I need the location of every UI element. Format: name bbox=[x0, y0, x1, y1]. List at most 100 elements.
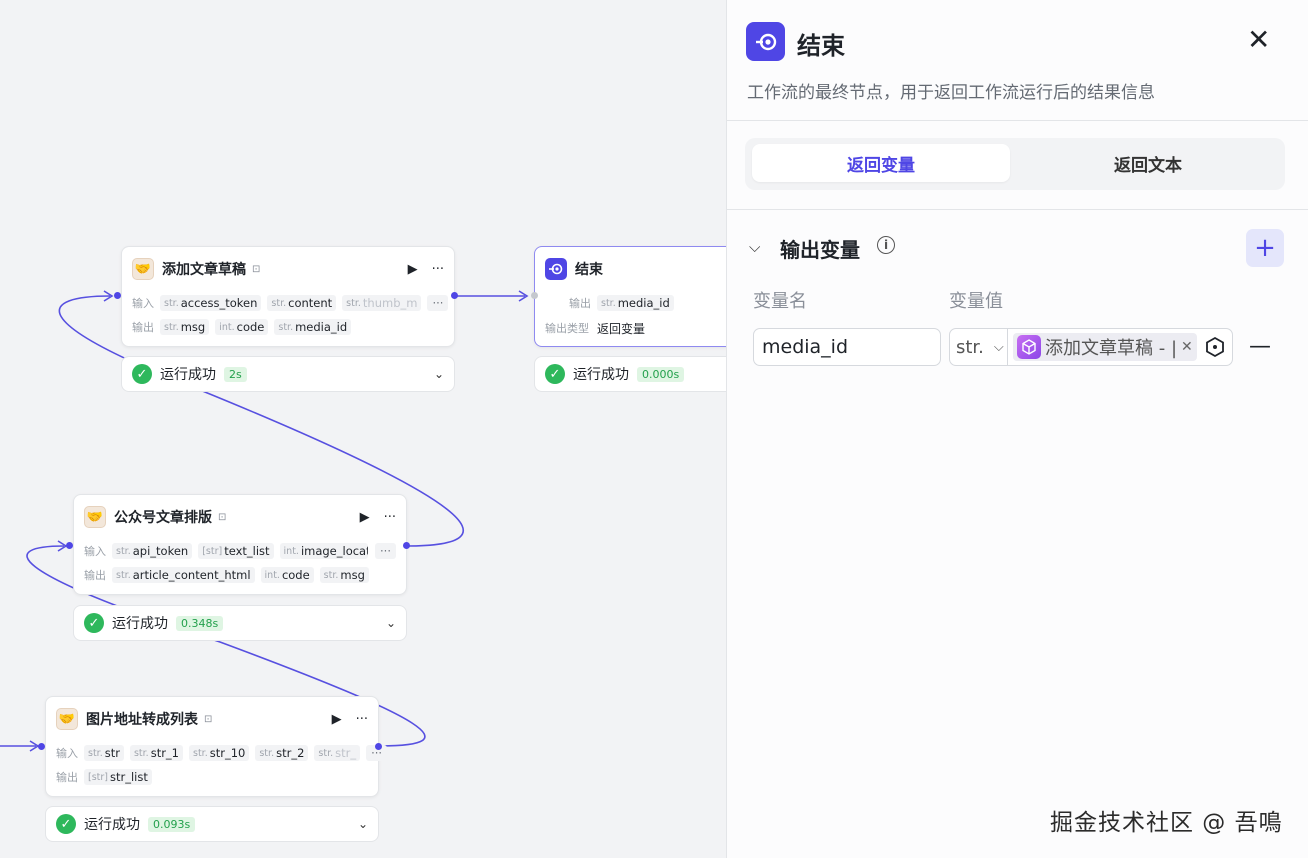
input-label: 输入 bbox=[84, 545, 106, 558]
node-output-port[interactable] bbox=[375, 743, 382, 750]
param-tag: str. msg bbox=[160, 319, 210, 335]
output-row: 输出 str. media_id bbox=[569, 294, 726, 312]
end-node-icon bbox=[746, 22, 785, 61]
chevron-down-icon[interactable]: ⌄ bbox=[358, 817, 368, 831]
more-icon[interactable]: ··· bbox=[432, 262, 444, 277]
run-status-bar[interactable]: ✓ 运行成功 0.348s ⌄ bbox=[73, 605, 407, 641]
variable-value-field[interactable]: str. ⌵ 添加文章草稿 - | ✕ bbox=[949, 328, 1233, 366]
output-type-value: 返回变量 bbox=[597, 321, 646, 336]
handshake-icon: 🤝 bbox=[84, 506, 106, 528]
run-status-bar[interactable]: ✓ 运行成功 0.093s ⌄ bbox=[45, 806, 379, 842]
run-icon[interactable]: ▶ bbox=[408, 262, 418, 277]
run-time-badge: 0.348s bbox=[176, 615, 224, 631]
output-label: 输出 bbox=[132, 321, 154, 334]
chevron-down-icon[interactable]: ⌄ bbox=[386, 616, 396, 630]
node-input-port[interactable] bbox=[66, 542, 73, 549]
chevron-down-icon[interactable]: ⌵ bbox=[749, 238, 760, 256]
status-text: 运行成功 bbox=[84, 817, 140, 833]
chevron-down-icon: ⌵ bbox=[993, 339, 1004, 355]
node-input-port[interactable] bbox=[38, 743, 45, 750]
status-text: 运行成功 bbox=[573, 367, 629, 383]
output-row: 输出 str. msg int. code str. media_id bbox=[132, 318, 444, 336]
add-variable-button[interactable]: + bbox=[1246, 229, 1284, 267]
success-check-icon: ✓ bbox=[56, 814, 76, 834]
param-tag: int. code bbox=[260, 567, 314, 583]
node-input-port[interactable] bbox=[114, 292, 121, 299]
chevron-down-icon[interactable]: ⌄ bbox=[434, 367, 444, 381]
node-article-layout[interactable]: 🤝 公众号文章排版 ⊡ ▶ ··· 输入 str. api_token [str]… bbox=[73, 494, 407, 595]
node-header: 结束 bbox=[545, 257, 726, 281]
run-status-bar[interactable]: ✓ 运行成功 0.000s bbox=[534, 356, 726, 392]
output-type-row: 输出类型 返回变量 bbox=[545, 319, 726, 337]
more-icon[interactable]: ··· bbox=[384, 510, 396, 525]
more-params-button[interactable]: ··· bbox=[375, 543, 396, 559]
param-tag: int. code bbox=[215, 319, 269, 335]
run-status-bar[interactable]: ✓ 运行成功 2s ⌄ bbox=[121, 356, 455, 392]
param-tag: [str] str_list bbox=[84, 769, 152, 785]
input-row: 输入 str. api_token [str] text_list int. imag… bbox=[84, 542, 396, 560]
workflow-canvas[interactable]: 🤝 添加文章草稿 ⊡ ▶ ··· 输入 str. access_token str… bbox=[0, 0, 726, 858]
param-tag: str. thumb_m bbox=[342, 295, 422, 311]
param-tag: [str] text_list bbox=[198, 543, 274, 559]
output-label: 输出 bbox=[56, 771, 78, 784]
reference-tag[interactable]: 添加文章草稿 - | ✕ bbox=[1013, 333, 1197, 361]
node-header: 🤝 公众号文章排版 ⊡ ▶ ··· bbox=[84, 505, 396, 529]
output-label: 输出 bbox=[84, 569, 106, 582]
input-label: 输入 bbox=[132, 297, 154, 310]
reference-label: 添加文章草稿 - | bbox=[1045, 338, 1178, 359]
variable-name-input[interactable]: media_id bbox=[753, 328, 941, 366]
node-header: 🤝 图片地址转成列表 ⊡ ▶ ··· bbox=[56, 707, 368, 731]
run-icon[interactable]: ▶ bbox=[360, 510, 370, 525]
success-check-icon: ✓ bbox=[132, 364, 152, 384]
param-tag: str. access_token bbox=[160, 295, 262, 311]
node-end[interactable]: 结束 输出 str. media_id 输出类型 返回变量 bbox=[534, 246, 726, 347]
more-icon[interactable]: ··· bbox=[356, 712, 368, 727]
node-input-port[interactable] bbox=[531, 292, 538, 299]
run-icon[interactable]: ▶ bbox=[332, 712, 342, 727]
handshake-icon: 🤝 bbox=[132, 258, 154, 280]
param-tag: str. media_id bbox=[274, 319, 352, 335]
output-row: 输出 [str] str_list bbox=[56, 768, 368, 786]
more-params-button[interactable]: ··· bbox=[427, 295, 449, 311]
plugin-badge-icon: ⊡ bbox=[204, 713, 213, 725]
tab-return-variable[interactable]: 返回变量 bbox=[752, 144, 1010, 182]
param-tag: str. str_10 bbox=[189, 745, 250, 761]
remove-tag-icon[interactable]: ✕ bbox=[1181, 339, 1193, 355]
run-time-badge: 0.093s bbox=[148, 816, 196, 832]
plugin-badge-icon: ⊡ bbox=[218, 511, 227, 523]
type-value: str. bbox=[956, 336, 984, 358]
param-tag: str. msg bbox=[319, 567, 369, 583]
status-text: 运行成功 bbox=[160, 367, 216, 383]
tab-bar: 返回变量 返回文本 bbox=[745, 138, 1285, 190]
node-title: 添加文章草稿 bbox=[162, 262, 246, 278]
cube-icon bbox=[1017, 335, 1041, 359]
node-image-url-list[interactable]: 🤝 图片地址转成列表 ⊡ ▶ ··· 输入 str. str str. str_1 … bbox=[45, 696, 388, 797]
param-tag: int. image_locat bbox=[279, 543, 368, 559]
watermark: 掘金技术社区 @ 吾鳴 bbox=[1050, 810, 1283, 836]
output-row: 输出 str. article_content_html int. code str… bbox=[84, 566, 396, 584]
status-text: 运行成功 bbox=[112, 616, 168, 632]
node-add-draft[interactable]: 🤝 添加文章草稿 ⊡ ▶ ··· 输入 str. access_token str… bbox=[121, 246, 455, 347]
column-header-name: 变量名 bbox=[753, 291, 807, 312]
end-node-icon bbox=[545, 258, 567, 280]
info-icon[interactable]: i bbox=[877, 236, 895, 254]
plugin-badge-icon: ⊡ bbox=[252, 263, 261, 275]
param-tag: str. article_content_html bbox=[112, 567, 255, 583]
node-output-port[interactable] bbox=[451, 292, 458, 299]
section-title: 输出变量 bbox=[780, 238, 860, 262]
remove-variable-button[interactable]: — bbox=[1249, 334, 1271, 359]
panel-title: 结束 bbox=[797, 32, 845, 60]
param-tag: str. api_token bbox=[112, 543, 193, 559]
tab-return-text[interactable]: 返回文本 bbox=[1017, 144, 1279, 182]
column-header-value: 变量值 bbox=[949, 291, 1003, 312]
divider bbox=[727, 120, 1308, 121]
node-output-port[interactable] bbox=[403, 542, 410, 549]
divider bbox=[727, 209, 1308, 210]
variable-picker-icon[interactable] bbox=[1204, 336, 1226, 358]
close-icon[interactable]: ✕ bbox=[1247, 26, 1270, 54]
param-tag: str. str_ bbox=[314, 745, 361, 761]
handshake-icon: 🤝 bbox=[56, 708, 78, 730]
node-header: 🤝 添加文章草稿 ⊡ ▶ ··· bbox=[132, 257, 444, 281]
end-node-panel: 结束 ✕ 工作流的最终节点，用于返回工作流运行后的结果信息 返回变量 返回文本 … bbox=[726, 0, 1308, 858]
type-select[interactable]: str. ⌵ bbox=[950, 329, 1008, 365]
